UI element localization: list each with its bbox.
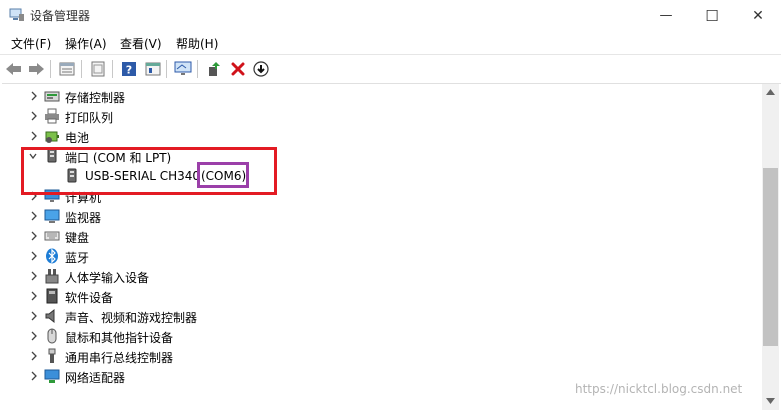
- update-icon: [91, 61, 105, 77]
- tree-item-label: 蓝牙: [65, 251, 90, 265]
- toolbar-separator: [50, 60, 51, 78]
- print-queue-icon: [45, 108, 59, 124]
- toolbar: ?: [0, 54, 781, 83]
- tree-item-keyboards[interactable]: 键盘: [2, 226, 757, 246]
- tree-item-label: 鼠标和其他指针设备: [65, 331, 174, 345]
- close-icon: ✕: [752, 7, 764, 24]
- menu-help[interactable]: 帮助(H): [176, 35, 218, 52]
- highlight-box-com6: [197, 162, 249, 188]
- disable-button[interactable]: [251, 59, 271, 79]
- update-driver-button[interactable]: [88, 59, 108, 79]
- usb-icon: [48, 348, 56, 363]
- toolbar-separator: [197, 60, 198, 78]
- scroll-down-icon[interactable]: [766, 398, 775, 404]
- forward-icon: [29, 63, 44, 75]
- show-hidden-icon: [145, 62, 161, 76]
- tree-item-print-queues[interactable]: 打印队列: [2, 106, 757, 126]
- scrollbar-thumb[interactable]: [763, 168, 778, 346]
- svg-text:?: ?: [126, 64, 132, 77]
- chevron-right-icon[interactable]: [29, 209, 39, 223]
- tree-item-sound-video-game[interactable]: 声音、视频和游戏控制器: [2, 306, 757, 326]
- scan-hardware-icon: [174, 61, 192, 75]
- monitor-icon: [44, 209, 60, 223]
- tree-item-label: 打印队列: [65, 111, 114, 125]
- watermark: https://nicktcl.blog.csdn.net: [575, 382, 743, 396]
- chevron-right-icon[interactable]: [29, 349, 39, 363]
- chevron-right-icon[interactable]: [29, 109, 39, 123]
- uninstall-button[interactable]: [228, 59, 248, 79]
- tree-item-batteries[interactable]: 电池: [2, 126, 757, 146]
- chevron-right-icon[interactable]: [29, 309, 39, 323]
- tree-item-label: 网络适配器: [65, 371, 126, 385]
- menu-file[interactable]: 文件(F): [11, 35, 51, 52]
- back-icon: [6, 63, 21, 75]
- help-icon: ?: [122, 62, 136, 77]
- scan-hardware-button[interactable]: [173, 59, 193, 79]
- uninstall-icon: [231, 62, 245, 76]
- tree-item-software-devices[interactable]: 软件设备: [2, 286, 757, 306]
- back-button[interactable]: [4, 59, 24, 79]
- toolbar-separator: [81, 60, 82, 78]
- chevron-right-icon[interactable]: [29, 289, 39, 303]
- tree-item-label: 监视器: [65, 211, 102, 225]
- properties-icon: [59, 62, 75, 76]
- add-driver-button[interactable]: [204, 59, 224, 79]
- tree-item-label: 软件设备: [65, 291, 114, 305]
- vertical-scrollbar[interactable]: [762, 84, 779, 410]
- chevron-right-icon[interactable]: [29, 249, 39, 263]
- tree-item-label: 通用串行总线控制器: [65, 351, 174, 365]
- properties-button[interactable]: [57, 59, 77, 79]
- toolbar-separator: [166, 60, 167, 78]
- tree-item-bluetooth[interactable]: 蓝牙: [2, 246, 757, 266]
- forward-button[interactable]: [26, 59, 46, 79]
- maximize-button[interactable]: ☐: [689, 0, 735, 31]
- tree-item-monitors[interactable]: 监视器: [2, 206, 757, 226]
- add-driver-icon: [209, 62, 220, 76]
- device-tree: 存储控制器 打印队列 电池 端口 (COM 和 LPT) USB-SERIAL …: [2, 83, 781, 411]
- title-bar: 设备管理器 — ☐ ✕: [0, 0, 781, 31]
- chevron-right-icon[interactable]: [29, 89, 39, 103]
- hid-icon: [45, 269, 59, 284]
- close-button[interactable]: ✕: [735, 0, 781, 31]
- tree-item-mice[interactable]: 鼠标和其他指针设备: [2, 326, 757, 346]
- disable-icon: [253, 61, 269, 77]
- minimize-icon: —: [659, 8, 673, 23]
- device-manager-app-icon: [9, 8, 24, 21]
- tree-item-label: 存储控制器: [65, 91, 126, 105]
- menu-bar: 文件(F) 操作(A) 查看(V) 帮助(H): [0, 32, 781, 54]
- minimize-button[interactable]: —: [643, 0, 689, 31]
- tree-item-usb-controllers[interactable]: 通用串行总线控制器: [2, 346, 757, 366]
- tree-item-hid[interactable]: 人体学输入设备: [2, 266, 757, 286]
- chevron-right-icon[interactable]: [29, 229, 39, 243]
- network-icon: [44, 369, 60, 383]
- toolbar-separator: [112, 60, 113, 78]
- battery-icon: [45, 131, 59, 143]
- tree-item-label: 键盘: [65, 231, 90, 245]
- scroll-up-icon[interactable]: [766, 89, 775, 95]
- chevron-right-icon[interactable]: [29, 369, 39, 383]
- bluetooth-icon: [46, 248, 58, 264]
- tree-item-storage-controllers[interactable]: 存储控制器: [2, 86, 757, 106]
- menu-view[interactable]: 查看(V): [120, 35, 162, 52]
- mouse-icon: [47, 328, 57, 344]
- chevron-right-icon[interactable]: [29, 329, 39, 343]
- help-button[interactable]: ?: [119, 59, 139, 79]
- tree-item-label: 电池: [65, 131, 90, 145]
- tree-item-label: 声音、视频和游戏控制器: [65, 311, 198, 325]
- chevron-right-icon[interactable]: [29, 129, 39, 143]
- software-device-icon: [46, 288, 58, 304]
- show-hidden-button[interactable]: [143, 59, 163, 79]
- chevron-right-icon[interactable]: [29, 269, 39, 283]
- tree-item-label: 人体学输入设备: [65, 271, 150, 285]
- maximize-icon: ☐: [705, 6, 719, 25]
- menu-action[interactable]: 操作(A): [65, 35, 107, 52]
- window-title: 设备管理器: [30, 9, 91, 23]
- keyboard-icon: [44, 231, 60, 241]
- storage-controller-icon: [44, 91, 60, 102]
- sound-icon: [45, 308, 55, 324]
